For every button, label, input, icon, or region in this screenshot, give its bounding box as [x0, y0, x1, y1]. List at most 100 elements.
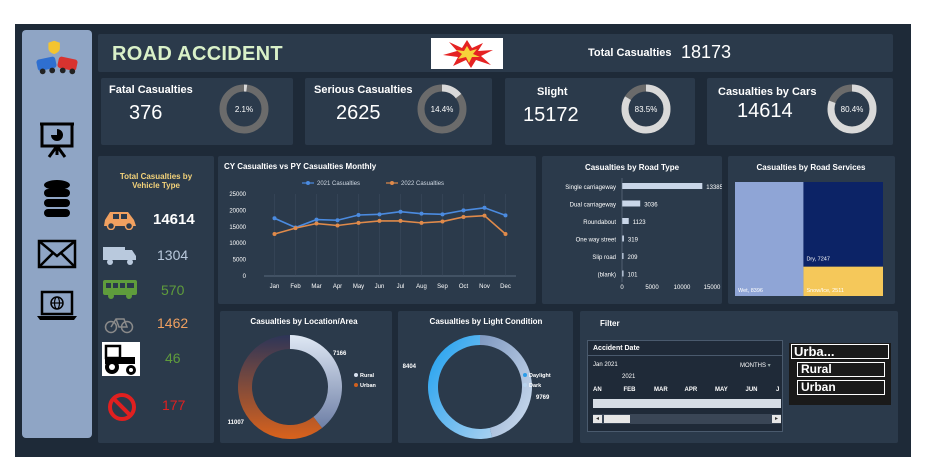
bar-category-label: Roundabout: [583, 220, 616, 226]
x-tick-label: Feb: [290, 284, 301, 290]
kpi-label: Fatal Casualties: [109, 84, 193, 96]
slicer-item-rural[interactable]: Rural: [797, 362, 885, 377]
scroll-left-icon[interactable]: ◂: [593, 415, 602, 423]
light-condition-donut-chart: Casualties by Light Condition 8404 Daylig…: [403, 317, 551, 439]
legend-marker: [523, 373, 527, 377]
bar-category-label: (blank): [598, 273, 616, 279]
timeline-month[interactable]: FEB: [624, 387, 636, 393]
x-tick-label: Dec: [500, 284, 511, 290]
bar-value-label: 209: [628, 255, 639, 261]
kpi-value: 2625: [336, 102, 381, 124]
vehicle-value-bicycle: 1462: [157, 315, 189, 331]
legend-label: 2022 Casualties: [401, 181, 444, 187]
data-point: [440, 212, 445, 217]
kpi-label: Slight: [537, 86, 568, 98]
scroll-thumb[interactable]: [604, 415, 630, 423]
treemap-label: Dry, 7247: [806, 257, 829, 263]
kpi-value: 15172: [523, 104, 579, 126]
data-point: [335, 218, 340, 223]
timeline-month[interactable]: MAY: [715, 387, 728, 393]
treemap-label: Wet, 8396: [738, 288, 763, 294]
crash-burst-icon: [431, 38, 503, 69]
scroll-right-icon[interactable]: ▸: [772, 415, 781, 423]
timeline-granularity-dropdown[interactable]: MONTHS ▾: [740, 362, 771, 369]
data-point: [356, 220, 361, 225]
database-icon[interactable]: [35, 178, 79, 218]
treemap-tile: [735, 182, 804, 296]
slice-value-label: 8404: [403, 364, 417, 370]
chart-title: CY Casualties vs PY Casualties Monthly: [224, 162, 377, 171]
bar-category-label: Single carriageway: [565, 185, 616, 191]
no-entry-icon: [108, 393, 136, 421]
chart-title: Casualties by Light Condition: [430, 317, 543, 326]
kpi-percent: 80.4%: [841, 105, 864, 114]
bicycle-icon: [104, 318, 134, 334]
timeline-header: Accident Date: [593, 345, 640, 352]
data-point: [377, 218, 382, 223]
x-tick-label: 15000: [704, 285, 721, 291]
data-point: [461, 214, 466, 219]
timeline-month[interactable]: APR: [685, 387, 698, 393]
kpi-card-slight: Slight 15172 83.5%: [505, 78, 695, 145]
x-tick-label: Aug: [416, 284, 427, 290]
presentation-icon[interactable]: [35, 120, 79, 160]
filter-title: Filter: [600, 319, 620, 328]
laptop-globe-icon[interactable]: [35, 286, 79, 326]
data-point: [272, 216, 277, 221]
bar-value-label: 319: [628, 238, 639, 244]
series-line: [274, 214, 507, 235]
y-tick-label: 0: [243, 274, 247, 280]
legend-label: Urban: [360, 383, 377, 389]
car-crash-logo-icon: [35, 38, 79, 78]
timeline-month[interactable]: AN: [593, 387, 602, 393]
x-tick-label: Mar: [311, 284, 321, 290]
data-point: [419, 220, 424, 225]
slicer-item-urban[interactable]: Urban: [797, 380, 885, 395]
page-title: ROAD ACCIDENT: [112, 43, 283, 65]
light-condition-chart-panel: Casualties by Light Condition 8404 Daylig…: [398, 311, 573, 443]
timeline-bar[interactable]: [593, 399, 781, 408]
legend-label: Dark: [529, 383, 542, 389]
granularity-label: MONTHS: [740, 363, 766, 369]
vehicle-value-tractor: 46: [165, 350, 181, 366]
date-timeline-slicer[interactable]: Accident Date Jan 2021 MONTHS ▾ 2021 AN F…: [587, 340, 783, 432]
x-tick-label: Sep: [437, 284, 448, 290]
x-tick-label: Jan: [270, 284, 280, 290]
chart-title: Casualties by Road Services: [757, 163, 866, 172]
data-point: [440, 219, 445, 224]
bar-value-label: 1123: [633, 220, 647, 226]
y-tick-label: 20000: [229, 208, 246, 214]
kpi-card-cars: Casualties by Cars 14614 80.4%: [707, 78, 893, 145]
total-casualties-label: Total Casualties: [588, 47, 672, 59]
monthly-line-chart-panel: CY Casualties vs PY Casualties Monthly 2…: [218, 156, 536, 304]
monthly-line-chart: CY Casualties vs PY Casualties Monthly 2…: [224, 162, 516, 290]
legend-marker: [354, 373, 358, 377]
timeline-month[interactable]: J: [776, 387, 779, 393]
data-point: [314, 221, 319, 226]
data-point: [482, 205, 487, 210]
kpi-label: Casualties by Cars: [718, 86, 817, 98]
timeline-month[interactable]: MAR: [654, 387, 668, 393]
kpi-card-fatal: Fatal Casualties 376 2.1%: [101, 78, 293, 145]
road-type-chart-panel: Casualties by Road Type Single carriagew…: [542, 156, 724, 304]
x-tick-label: 10000: [674, 285, 691, 291]
bar-category-label: Dual carriageway: [570, 203, 616, 209]
location-chart-panel: Casualties by Location/Area 7166 Rural 110…: [220, 311, 392, 443]
bar-category-label: Slip road: [592, 255, 616, 261]
data-point: [461, 208, 466, 213]
timeline-scrollbar[interactable]: ◂ ▸: [593, 414, 781, 424]
slicer-header[interactable]: Urba...: [791, 344, 889, 359]
location-donut-chart: Casualties by Location/Area 7166 Rural 110…: [228, 317, 377, 439]
timeline-months: AN FEB MAR APR MAY JUN J: [593, 387, 781, 397]
chart-title: Casualties by Location/Area: [250, 317, 358, 326]
vehicle-type-panel: Total Casualties by Vehicle Type 14614 1…: [98, 156, 214, 443]
kpi-ring: 80.4%: [827, 84, 877, 134]
timeline-month[interactable]: JUN: [746, 387, 758, 393]
data-point: [503, 232, 508, 237]
y-tick-label: 10000: [229, 241, 246, 247]
legend-label: 2021 Casualties: [317, 181, 360, 187]
road-services-treemap: Casualties by Road Services Wet, 8396 Dry…: [735, 163, 883, 296]
mail-icon[interactable]: [35, 234, 79, 274]
vehicle-title-line: Vehicle Type: [132, 181, 180, 190]
y-tick-label: 5000: [233, 258, 247, 264]
